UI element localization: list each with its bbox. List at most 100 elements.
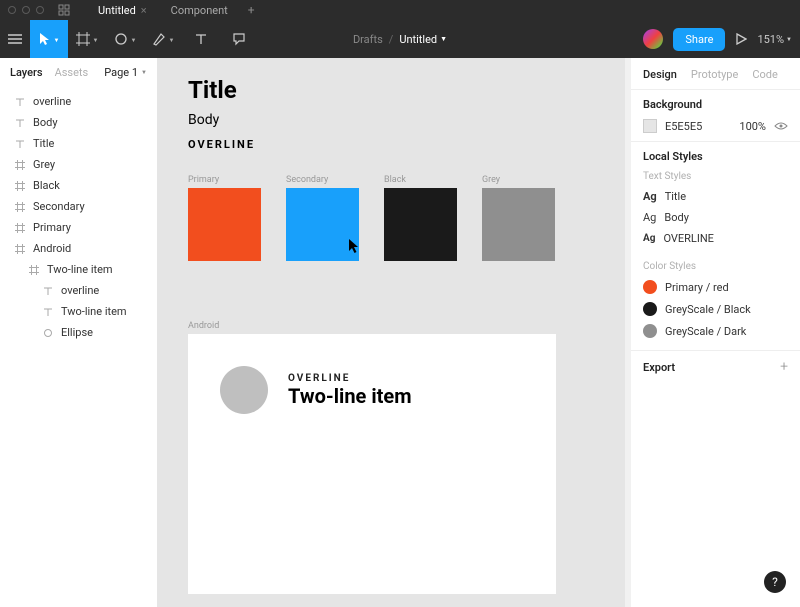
android-frame[interactable]: OVERLINE Two-line item	[188, 334, 556, 594]
layer-label: overline	[61, 284, 99, 297]
layer-item[interactable]: overline	[0, 91, 157, 112]
layer-item[interactable]: Two-line item	[0, 301, 157, 322]
color-style-item[interactable]: GreyScale / Dark	[643, 320, 788, 342]
color-style-item[interactable]: GreyScale / Black	[643, 298, 788, 320]
chevron-down-icon: ▼	[141, 69, 147, 76]
window-titlebar: Untitled × Component +	[0, 0, 800, 20]
layer-item[interactable]: Ellipse	[0, 322, 157, 343]
share-button[interactable]: Share	[673, 28, 725, 51]
tab-assets[interactable]: Assets	[55, 66, 89, 79]
zoom-control[interactable]: 151% ▼	[757, 33, 792, 46]
help-button[interactable]: ?	[764, 571, 786, 593]
ag-icon: Ag	[643, 233, 655, 244]
background-hex[interactable]: E5E5E5	[665, 120, 731, 133]
main-menu-button[interactable]	[0, 34, 30, 44]
layer-item[interactable]: Grey	[0, 154, 157, 175]
maximize-window-icon[interactable]	[36, 6, 44, 14]
add-tab-icon[interactable]: +	[248, 3, 255, 17]
text-style-item[interactable]: Ag Title	[643, 186, 788, 207]
pen-tool[interactable]: ▼	[144, 20, 182, 58]
tab-design[interactable]: Design	[643, 68, 677, 81]
layer-item[interactable]: Two-line item	[0, 259, 157, 280]
android-overline[interactable]: OVERLINE	[288, 373, 412, 384]
two-line-item[interactable]: OVERLINE Two-line item	[220, 366, 536, 414]
tab-prototype[interactable]: Prototype	[691, 68, 738, 81]
text-tool[interactable]	[182, 20, 220, 58]
layer-list: overline BodyTitleGreyBlack Secondary Prima…	[0, 85, 157, 349]
layer-label: overline	[33, 95, 71, 108]
overline-text[interactable]: OVERLINE	[188, 138, 556, 151]
add-export-icon[interactable]: +	[780, 359, 788, 375]
move-tool[interactable]: ▼	[30, 20, 68, 58]
left-panel-tabs: Layers Assets Page 1 ▼	[0, 58, 157, 85]
ag-icon: Ag	[643, 190, 657, 203]
tab-untitled[interactable]: Untitled ×	[86, 4, 159, 17]
swatch-block[interactable]: Black	[384, 175, 457, 261]
color-styles-heading: Color Styles	[643, 261, 788, 272]
tab-code[interactable]: Code	[752, 68, 777, 81]
minimize-window-icon[interactable]	[22, 6, 30, 14]
frame-tool[interactable]: ▼	[68, 20, 106, 58]
layer-label: Two-line item	[47, 263, 113, 276]
canvas[interactable]: Title Body OVERLINE Primary Secondary Blac…	[158, 58, 624, 607]
swatch[interactable]	[384, 188, 457, 261]
text-icon	[42, 307, 53, 317]
layer-item[interactable]: Title	[0, 133, 157, 154]
ellipse-shape[interactable]	[220, 366, 268, 414]
local-styles-heading: Local Styles	[643, 150, 788, 163]
layer-item[interactable]: Primary	[0, 217, 157, 238]
visibility-toggle-icon[interactable]	[774, 121, 788, 131]
present-icon[interactable]	[735, 33, 747, 45]
breadcrumb-file[interactable]: Untitled ▼	[399, 33, 447, 46]
tab-component[interactable]: Component	[159, 4, 240, 17]
chevron-down-icon: ▼	[54, 37, 60, 44]
background-opacity[interactable]: 100%	[739, 120, 766, 133]
page-label: Page 1	[104, 66, 138, 79]
text-styles-heading: Text Styles	[643, 171, 788, 182]
title-text[interactable]: Title	[188, 76, 556, 104]
layer-item[interactable]: Android	[0, 238, 157, 259]
text-icon	[14, 97, 25, 107]
app-grid-icon[interactable]	[58, 4, 70, 16]
user-avatar[interactable]	[643, 29, 663, 49]
android-two-line[interactable]: Two-line item	[288, 384, 412, 408]
layer-label: Ellipse	[61, 326, 93, 339]
frame-label-android[interactable]: Android	[188, 321, 556, 331]
inspector-tabs: Design Prototype Code	[631, 58, 800, 89]
layer-item[interactable]: Secondary	[0, 196, 157, 217]
swatch[interactable]	[188, 188, 261, 261]
layer-item[interactable]: overline	[0, 280, 157, 301]
background-heading: Background	[643, 98, 788, 111]
comment-tool[interactable]	[220, 20, 258, 58]
chevron-down-icon: ▼	[786, 36, 792, 43]
text-style-item[interactable]: AgOVERLINE	[643, 228, 788, 249]
color-style-item[interactable]: Primary / red	[643, 276, 788, 298]
swatch[interactable]	[286, 188, 359, 261]
layer-label: Secondary	[33, 200, 85, 213]
swatch-block[interactable]: Primary	[188, 175, 261, 261]
breadcrumb-folder[interactable]: Drafts	[353, 33, 383, 46]
body-text[interactable]: Body	[188, 112, 556, 128]
shape-tool[interactable]: ▼	[106, 20, 144, 58]
swatch-label: Primary	[188, 175, 261, 185]
local-styles-section: Local Styles Text Styles AgTitleAgBodyAg…	[631, 141, 800, 350]
swatch-block[interactable]: Grey	[482, 175, 555, 261]
style-name: Title	[665, 190, 686, 203]
background-color-chip[interactable]	[643, 119, 657, 133]
traffic-lights	[8, 6, 44, 14]
chevron-down-icon: ▼	[169, 37, 175, 44]
tab-layers[interactable]: Layers	[10, 66, 43, 79]
text-style-item[interactable]: AgBody	[643, 207, 788, 228]
layer-item[interactable]: Body	[0, 112, 157, 133]
close-icon[interactable]: ×	[141, 4, 147, 17]
layer-label: Android	[33, 242, 71, 255]
layer-item[interactable]: Black	[0, 175, 157, 196]
frame-icon	[14, 223, 25, 233]
page-selector[interactable]: Page 1 ▼	[104, 66, 147, 79]
toolbar: ▼ ▼ ▼ ▼ Drafts / Untitled ▼ Share 151% ▼	[0, 20, 800, 58]
frame-icon	[14, 244, 25, 254]
swatch-block[interactable]: Secondary	[286, 175, 359, 261]
color-dot-icon	[643, 302, 657, 316]
swatch[interactable]	[482, 188, 555, 261]
close-window-icon[interactable]	[8, 6, 16, 14]
